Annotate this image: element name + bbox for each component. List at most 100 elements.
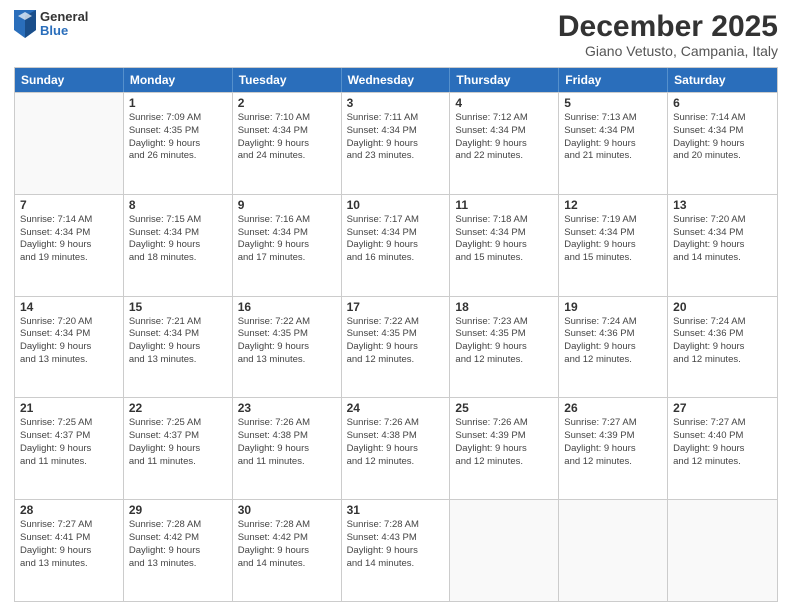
calendar-cell: 3 Sunrise: 7:11 AM Sunset: 4:34 PM Daylig… xyxy=(342,93,451,194)
calendar-cell: 20 Sunrise: 7:24 AM Sunset: 4:36 PM Dayli… xyxy=(668,297,777,398)
calendar-cell: 28Sunrise: 7:27 AM Sunset: 4:41 PM Dayli… xyxy=(15,500,124,601)
calendar-cell: 29 Sunrise: 7:28 AM Sunset: 4:42 PM Dayli… xyxy=(124,500,233,601)
day-number: 24 xyxy=(347,401,445,415)
header-day-tuesday: Tuesday xyxy=(233,68,342,92)
calendar: SundayMondayTuesdayWednesdayThursdayFrid… xyxy=(14,67,778,602)
day-info: Sunrise: 7:21 AM Sunset: 4:34 PM Dayligh… xyxy=(129,316,227,367)
day-info: Sunrise: 7:25 AM Sunset: 4:37 PM Dayligh… xyxy=(129,417,227,468)
logo-icon xyxy=(14,10,36,38)
day-number: 6 xyxy=(673,96,772,110)
day-number: 18 xyxy=(455,300,553,314)
day-info: Sunrise: 7:10 AM Sunset: 4:34 PM Dayligh… xyxy=(238,112,336,163)
day-number: 16 xyxy=(238,300,336,314)
calendar-cell: 7 Sunrise: 7:14 AM Sunset: 4:34 PM Daylig… xyxy=(15,195,124,296)
day-number: 22 xyxy=(129,401,227,415)
day-info: Sunrise: 7:20 AM Sunset: 4:34 PM Dayligh… xyxy=(673,214,772,265)
day-number: 13 xyxy=(673,198,772,212)
header-day-sunday: Sunday xyxy=(15,68,124,92)
logo-blue-text: Blue xyxy=(40,24,88,38)
calendar-cell: 18 Sunrise: 7:23 AM Sunset: 4:35 PM Dayli… xyxy=(450,297,559,398)
calendar-cell: 6 Sunrise: 7:14 AM Sunset: 4:34 PM Daylig… xyxy=(668,93,777,194)
calendar-cell xyxy=(668,500,777,601)
day-info: Sunrise: 7:22 AM Sunset: 4:35 PM Dayligh… xyxy=(347,316,445,367)
day-number: 1 xyxy=(129,96,227,110)
header-day-thursday: Thursday xyxy=(450,68,559,92)
day-number: 29 xyxy=(129,503,227,517)
calendar-cell: 4 Sunrise: 7:12 AM Sunset: 4:34 PM Daylig… xyxy=(450,93,559,194)
calendar-cell: 2 Sunrise: 7:10 AM Sunset: 4:34 PM Daylig… xyxy=(233,93,342,194)
title-block: December 2025 Giano Vetusto, Campania, I… xyxy=(558,10,778,59)
day-info: Sunrise: 7:15 AM Sunset: 4:34 PM Dayligh… xyxy=(129,214,227,265)
day-number: 11 xyxy=(455,198,553,212)
day-info: Sunrise: 7:20 AM Sunset: 4:34 PM Dayligh… xyxy=(20,316,118,367)
day-info: Sunrise: 7:25 AM Sunset: 4:37 PM Dayligh… xyxy=(20,417,118,468)
header-day-saturday: Saturday xyxy=(668,68,777,92)
day-info: Sunrise: 7:11 AM Sunset: 4:34 PM Dayligh… xyxy=(347,112,445,163)
day-info: Sunrise: 7:14 AM Sunset: 4:34 PM Dayligh… xyxy=(20,214,118,265)
calendar-cell: 16 Sunrise: 7:22 AM Sunset: 4:35 PM Dayli… xyxy=(233,297,342,398)
day-number: 15 xyxy=(129,300,227,314)
day-number: 17 xyxy=(347,300,445,314)
day-number: 19 xyxy=(564,300,662,314)
calendar-cell: 25 Sunrise: 7:26 AM Sunset: 4:39 PM Dayli… xyxy=(450,398,559,499)
calendar-cell: 13 Sunrise: 7:20 AM Sunset: 4:34 PM Dayli… xyxy=(668,195,777,296)
day-info: Sunrise: 7:28 AM Sunset: 4:42 PM Dayligh… xyxy=(238,519,336,570)
day-info: Sunrise: 7:14 AM Sunset: 4:34 PM Dayligh… xyxy=(673,112,772,163)
calendar-cell: 11Sunrise: 7:18 AM Sunset: 4:34 PM Dayli… xyxy=(450,195,559,296)
calendar-cell xyxy=(559,500,668,601)
day-number: 20 xyxy=(673,300,772,314)
day-number: 26 xyxy=(564,401,662,415)
day-info: Sunrise: 7:26 AM Sunset: 4:39 PM Dayligh… xyxy=(455,417,553,468)
header-day-wednesday: Wednesday xyxy=(342,68,451,92)
logo-general-text: General xyxy=(40,10,88,24)
day-number: 2 xyxy=(238,96,336,110)
day-info: Sunrise: 7:24 AM Sunset: 4:36 PM Dayligh… xyxy=(564,316,662,367)
calendar-cell: 8Sunrise: 7:15 AM Sunset: 4:34 PM Daylig… xyxy=(124,195,233,296)
page: General Blue December 2025 Giano Vetusto… xyxy=(0,0,792,612)
calendar-cell: 19 Sunrise: 7:24 AM Sunset: 4:36 PM Dayli… xyxy=(559,297,668,398)
day-number: 14 xyxy=(20,300,118,314)
day-number: 9 xyxy=(238,198,336,212)
day-info: Sunrise: 7:16 AM Sunset: 4:34 PM Dayligh… xyxy=(238,214,336,265)
day-number: 7 xyxy=(20,198,118,212)
day-number: 4 xyxy=(455,96,553,110)
day-info: Sunrise: 7:12 AM Sunset: 4:34 PM Dayligh… xyxy=(455,112,553,163)
day-info: Sunrise: 7:13 AM Sunset: 4:34 PM Dayligh… xyxy=(564,112,662,163)
day-number: 25 xyxy=(455,401,553,415)
day-number: 3 xyxy=(347,96,445,110)
day-info: Sunrise: 7:09 AM Sunset: 4:35 PM Dayligh… xyxy=(129,112,227,163)
day-info: Sunrise: 7:19 AM Sunset: 4:34 PM Dayligh… xyxy=(564,214,662,265)
calendar-row-2: 7 Sunrise: 7:14 AM Sunset: 4:34 PM Daylig… xyxy=(15,194,777,296)
calendar-cell: 21 Sunrise: 7:25 AM Sunset: 4:37 PM Dayli… xyxy=(15,398,124,499)
day-number: 21 xyxy=(20,401,118,415)
day-info: Sunrise: 7:27 AM Sunset: 4:39 PM Dayligh… xyxy=(564,417,662,468)
calendar-header: SundayMondayTuesdayWednesdayThursdayFrid… xyxy=(15,68,777,92)
header-day-monday: Monday xyxy=(124,68,233,92)
calendar-cell: 23Sunrise: 7:26 AM Sunset: 4:38 PM Dayli… xyxy=(233,398,342,499)
calendar-body: 1 Sunrise: 7:09 AM Sunset: 4:35 PM Daylig… xyxy=(15,92,777,601)
calendar-cell: 30 Sunrise: 7:28 AM Sunset: 4:42 PM Dayli… xyxy=(233,500,342,601)
calendar-cell: 9 Sunrise: 7:16 AM Sunset: 4:34 PM Daylig… xyxy=(233,195,342,296)
day-info: Sunrise: 7:28 AM Sunset: 4:43 PM Dayligh… xyxy=(347,519,445,570)
calendar-row-3: 14 Sunrise: 7:20 AM Sunset: 4:34 PM Dayli… xyxy=(15,296,777,398)
day-number: 12 xyxy=(564,198,662,212)
calendar-cell: 5Sunrise: 7:13 AM Sunset: 4:34 PM Daylig… xyxy=(559,93,668,194)
day-info: Sunrise: 7:26 AM Sunset: 4:38 PM Dayligh… xyxy=(238,417,336,468)
calendar-cell: 15 Sunrise: 7:21 AM Sunset: 4:34 PM Dayli… xyxy=(124,297,233,398)
day-info: Sunrise: 7:22 AM Sunset: 4:35 PM Dayligh… xyxy=(238,316,336,367)
calendar-cell: 12 Sunrise: 7:19 AM Sunset: 4:34 PM Dayli… xyxy=(559,195,668,296)
location: Giano Vetusto, Campania, Italy xyxy=(558,43,778,59)
calendar-cell: 1 Sunrise: 7:09 AM Sunset: 4:35 PM Daylig… xyxy=(124,93,233,194)
calendar-cell xyxy=(450,500,559,601)
day-number: 30 xyxy=(238,503,336,517)
calendar-cell: 31Sunrise: 7:28 AM Sunset: 4:43 PM Dayli… xyxy=(342,500,451,601)
calendar-cell: 26 Sunrise: 7:27 AM Sunset: 4:39 PM Dayli… xyxy=(559,398,668,499)
calendar-cell xyxy=(15,93,124,194)
calendar-row-5: 28Sunrise: 7:27 AM Sunset: 4:41 PM Dayli… xyxy=(15,499,777,601)
day-info: Sunrise: 7:24 AM Sunset: 4:36 PM Dayligh… xyxy=(673,316,772,367)
month-title: December 2025 xyxy=(558,10,778,43)
day-info: Sunrise: 7:28 AM Sunset: 4:42 PM Dayligh… xyxy=(129,519,227,570)
day-info: Sunrise: 7:23 AM Sunset: 4:35 PM Dayligh… xyxy=(455,316,553,367)
day-info: Sunrise: 7:27 AM Sunset: 4:41 PM Dayligh… xyxy=(20,519,118,570)
day-number: 10 xyxy=(347,198,445,212)
